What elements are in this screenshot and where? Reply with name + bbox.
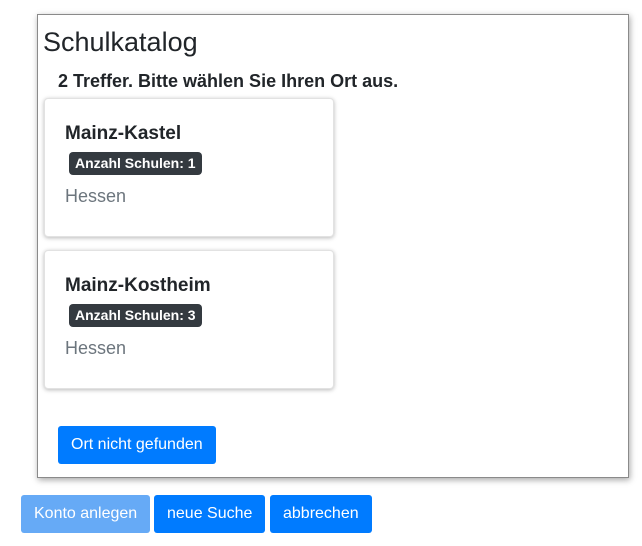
- school-count-badge: Anzahl Schulen: 3: [69, 304, 202, 327]
- location-name: Mainz-Kostheim: [65, 275, 211, 296]
- dialog-title: Schulkatalog: [43, 27, 198, 57]
- result-count-text: 2 Treffer. Bitte wählen Sie Ihren Ort au…: [58, 71, 399, 91]
- location-card-mainz-kastel[interactable]: Mainz-Kastel Anzahl Schulen: 1 Hessen: [44, 98, 334, 237]
- cancel-button[interactable]: abbrechen: [270, 495, 372, 533]
- location-card-mainz-kostheim[interactable]: Mainz-Kostheim Anzahl Schulen: 3 Hessen: [44, 250, 334, 389]
- location-name: Mainz-Kastel: [65, 123, 182, 144]
- new-search-button[interactable]: neue Suche: [154, 495, 266, 533]
- location-state: Hessen: [65, 338, 127, 358]
- location-state: Hessen: [65, 186, 127, 206]
- create-account-button[interactable]: Konto anlegen: [21, 495, 151, 533]
- location-not-found-button[interactable]: Ort nicht gefunden: [58, 426, 216, 464]
- school-catalog-dialog: Schulkatalog 2 Treffer. Bitte wählen Sie…: [37, 14, 629, 478]
- school-count-badge: Anzahl Schulen: 1: [69, 152, 202, 175]
